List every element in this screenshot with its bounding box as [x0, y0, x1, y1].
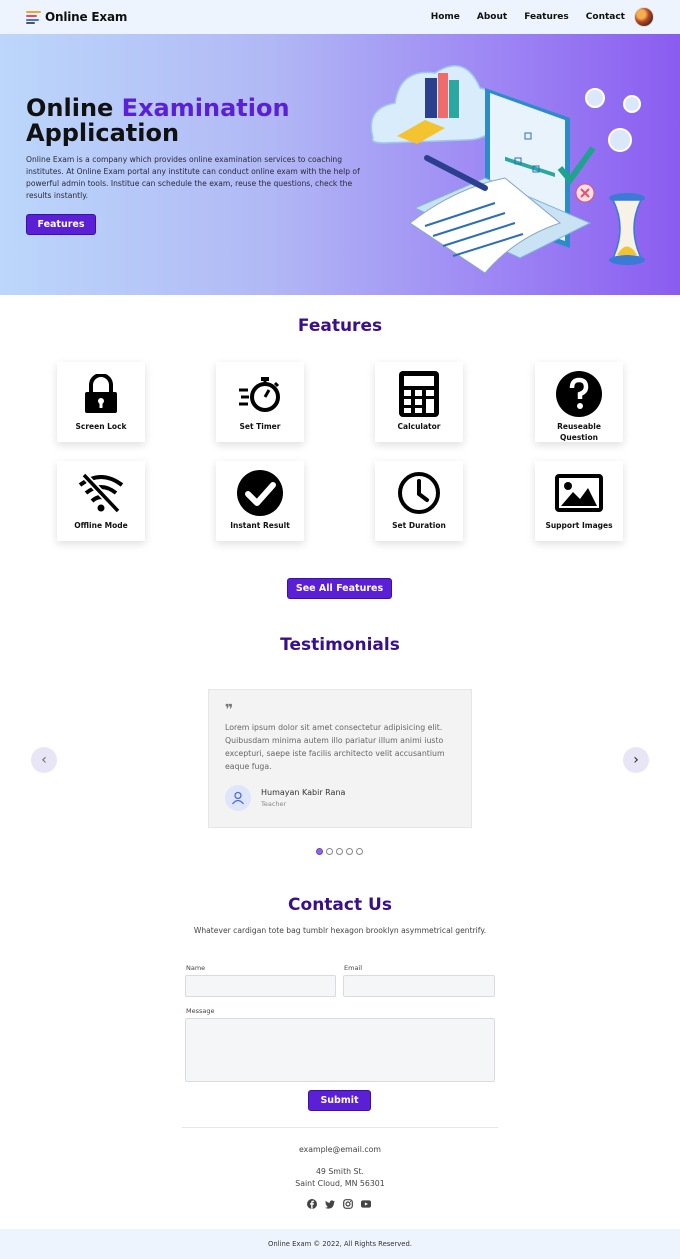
hero-title-accent: Examination: [121, 94, 290, 122]
name-label: Name: [186, 964, 206, 972]
question-circle-icon: [555, 370, 603, 418]
nav-link-home[interactable]: Home: [431, 12, 460, 22]
brand[interactable]: Online Exam: [26, 10, 127, 24]
youtube-icon[interactable]: [361, 1199, 371, 1209]
lock-icon: [77, 370, 125, 418]
facebook-icon[interactable]: [307, 1199, 317, 1209]
nav-link-about[interactable]: About: [477, 12, 507, 22]
message-textarea[interactable]: [185, 1018, 495, 1082]
carousel-next-button[interactable]: ›: [623, 747, 649, 773]
twitter-icon[interactable]: [325, 1199, 335, 1209]
brand-name: Online Exam: [45, 10, 128, 24]
feature-card-support-images[interactable]: Support Images: [535, 461, 623, 541]
nav-link-contact[interactable]: Contact: [586, 12, 625, 22]
footer-copyright: Online Exam © 2022, All Rights Reserved.: [268, 1240, 412, 1248]
testimonial-text: Lorem ipsum dolor sit amet consectetur a…: [225, 723, 445, 771]
divider: [182, 1127, 498, 1128]
testimonial-name: Humayan Kabir Rana: [261, 788, 346, 797]
feature-card-calculator[interactable]: Calculator: [375, 362, 463, 442]
feature-label: Support Images: [545, 521, 613, 530]
nav-links: Home About Features Contact: [431, 7, 654, 27]
hero-title: Online Examination Application: [26, 96, 290, 146]
feature-card-reuseable-question[interactable]: Reuseable Question: [535, 362, 623, 442]
carousel-dot[interactable]: [336, 848, 343, 855]
hero-description: Online Exam is a company which provides …: [26, 155, 360, 200]
calculator-icon: [395, 370, 443, 418]
navbar: Online Exam Home About Features Contact: [0, 0, 680, 34]
feature-card-offline-mode[interactable]: Offline Mode: [57, 461, 145, 541]
feature-card-set-duration[interactable]: Set Duration: [375, 461, 463, 541]
feature-label: Screen Lock: [75, 422, 127, 431]
testimonial-card: ❞ Lorem ipsum dolor sit amet consectetur…: [208, 689, 472, 828]
contact-address-line2: Saint Cloud, MN 56301: [295, 1179, 385, 1188]
feature-card-instant-result[interactable]: Instant Result: [216, 461, 304, 541]
testimonial-role: Teacher: [261, 800, 287, 808]
email-label: Email: [344, 964, 363, 972]
wifi-off-icon: [77, 469, 125, 517]
message-label: Message: [186, 1007, 215, 1015]
name-input[interactable]: [185, 975, 336, 997]
feature-label: Set Timer: [239, 422, 281, 431]
email-input[interactable]: [343, 975, 495, 997]
carousel-dot[interactable]: [326, 848, 333, 855]
instagram-icon[interactable]: [343, 1199, 353, 1209]
carousel-dot[interactable]: [316, 848, 323, 855]
nav-link-features[interactable]: Features: [524, 12, 569, 22]
contact-address-line1: 49 Smith St.: [315, 1167, 365, 1176]
image-icon: [555, 469, 603, 517]
submit-button[interactable]: Submit: [308, 1090, 371, 1111]
carousel-prev-button[interactable]: ‹: [31, 747, 57, 773]
hero-illustration: [370, 65, 645, 274]
user-icon: [225, 785, 251, 811]
contact-subtitle: Whatever cardigan tote bag tumblr hexago…: [193, 926, 487, 935]
social-links: [307, 1199, 371, 1209]
contact-title: Contact Us: [288, 895, 392, 915]
feature-label: Reuseable Question: [557, 422, 601, 442]
see-all-features-button[interactable]: See All Features: [287, 578, 392, 599]
feature-label: Set Duration: [392, 521, 446, 530]
clock-icon: [395, 469, 443, 517]
feature-card-screen-lock[interactable]: Screen Lock: [57, 362, 145, 442]
stopwatch-icon: [236, 370, 284, 418]
contact-email[interactable]: example@email.com: [0, 1145, 680, 1154]
feature-card-set-timer[interactable]: Set Timer: [216, 362, 304, 442]
hero-title-plain: Online: [26, 94, 122, 122]
feature-label: Instant Result: [230, 521, 290, 530]
feature-label: Calculator: [397, 422, 441, 431]
quote-icon: ❞: [225, 702, 234, 718]
hero-title-line2: Application: [26, 119, 180, 147]
hero-features-button[interactable]: Features: [26, 214, 96, 235]
hero-section: Online Examination Application Online Ex…: [0, 34, 680, 295]
carousel-dots: [316, 848, 363, 855]
testimonials-title: Testimonials: [280, 635, 400, 655]
user-avatar[interactable]: [634, 7, 654, 27]
features-title: Features: [297, 316, 383, 336]
check-circle-icon: [236, 469, 284, 517]
feature-label: Offline Mode: [74, 521, 128, 530]
footer: Online Exam © 2022, All Rights Reserved.: [0, 1229, 680, 1259]
carousel-dot[interactable]: [356, 848, 363, 855]
carousel-dot[interactable]: [346, 848, 353, 855]
brand-logo-icon: [26, 10, 41, 24]
